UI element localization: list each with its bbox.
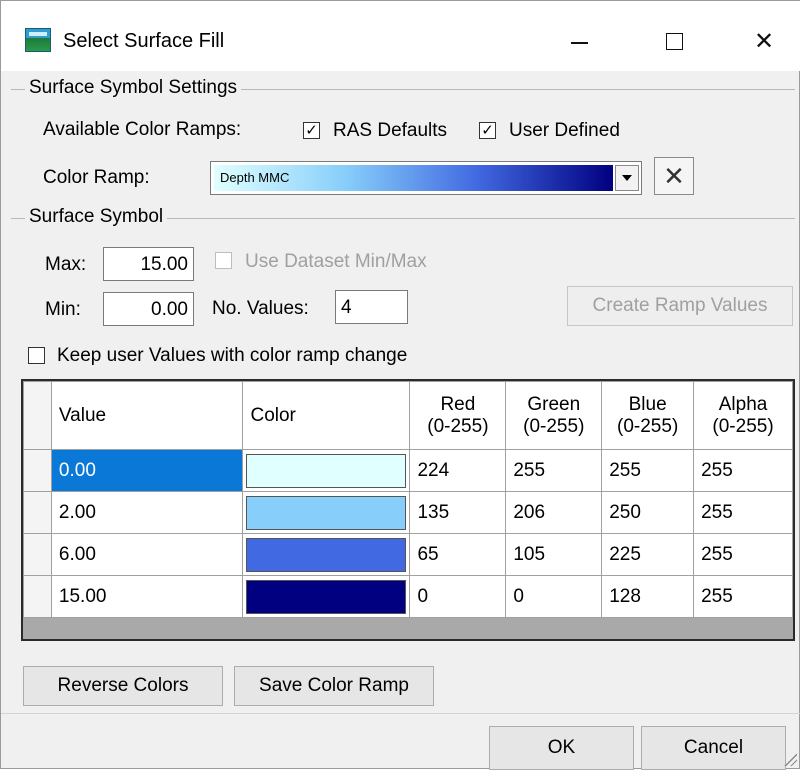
- cell-value[interactable]: 0.00: [50, 449, 244, 492]
- header-blue-name: Blue: [628, 393, 667, 415]
- cell-blue[interactable]: 128: [601, 575, 695, 618]
- cancel-button[interactable]: Cancel: [641, 726, 786, 770]
- window-title: Select Surface Fill: [63, 30, 225, 52]
- reverse-colors-button[interactable]: Reverse Colors: [23, 666, 223, 706]
- header-red-name: Red: [440, 393, 476, 415]
- resize-grip-icon[interactable]: [783, 752, 797, 766]
- color-swatch[interactable]: [246, 495, 407, 530]
- user-defined-checkbox[interactable]: ✓: [479, 122, 496, 139]
- no-values-label: No. Values:: [212, 298, 309, 319]
- header-red: Red (0-255): [409, 381, 507, 450]
- cell-green[interactable]: 0: [505, 575, 603, 618]
- row-header[interactable]: [23, 449, 52, 492]
- max-input[interactable]: 15.00: [103, 247, 194, 281]
- save-color-ramp-button[interactable]: Save Color Ramp: [234, 666, 434, 706]
- cell-red[interactable]: 0: [409, 575, 507, 618]
- row-header-corner: [23, 381, 52, 450]
- row-header[interactable]: [23, 575, 52, 618]
- color-values-grid[interactable]: Value Color Red (0-255) Green (0-255) Blue…: [21, 379, 795, 641]
- cell-alpha[interactable]: 255: [693, 575, 793, 618]
- available-color-ramps-label: Available Color Ramps:: [43, 119, 242, 140]
- use-dataset-minmax-checkbox[interactable]: [215, 252, 232, 269]
- cell-alpha[interactable]: 255: [693, 449, 793, 492]
- use-dataset-minmax-label: Use Dataset Min/Max: [245, 251, 427, 272]
- cell-red[interactable]: 224: [409, 449, 507, 492]
- header-blue-range: (0-255): [617, 415, 679, 437]
- cell-color[interactable]: [242, 533, 411, 576]
- ras-defaults-checkbox[interactable]: ✓: [303, 122, 320, 139]
- min-label: Min:: [45, 299, 81, 320]
- footer-divider: [1, 713, 800, 714]
- color-swatch[interactable]: [246, 537, 407, 572]
- cell-color[interactable]: [242, 449, 411, 492]
- color-ramp-preview: Depth MMC: [214, 165, 613, 191]
- header-red-range: (0-255): [427, 415, 489, 437]
- header-green-range: (0-255): [523, 415, 585, 437]
- cell-alpha[interactable]: 255: [693, 533, 793, 576]
- delete-ramp-button[interactable]: ✕: [654, 157, 694, 195]
- cell-color[interactable]: [242, 575, 411, 618]
- cell-blue[interactable]: 255: [601, 449, 695, 492]
- select-surface-fill-dialog: Select Surface Fill ✕ Surface Symbol Set…: [0, 0, 800, 770]
- x-icon: ✕: [663, 160, 685, 191]
- cell-red[interactable]: 135: [409, 491, 507, 534]
- cell-value[interactable]: 2.00: [50, 491, 244, 534]
- table-header-row: Value Color Red (0-255) Green (0-255) Blue…: [23, 381, 793, 450]
- max-label: Max:: [45, 254, 87, 275]
- surface-symbol-label: Surface Symbol: [25, 206, 168, 228]
- header-alpha-name: Alpha: [718, 393, 768, 415]
- cell-value[interactable]: 6.00: [50, 533, 244, 576]
- color-ramp-label: Color Ramp:: [43, 167, 150, 188]
- dropdown-arrow-icon[interactable]: [615, 165, 639, 191]
- color-ramp-dropdown[interactable]: Depth MMC: [210, 161, 642, 195]
- maximize-button[interactable]: [649, 23, 699, 59]
- cell-green[interactable]: 105: [505, 533, 603, 576]
- color-swatch[interactable]: [246, 579, 407, 614]
- maximize-icon: [665, 32, 683, 50]
- header-alpha-range: (0-255): [712, 415, 774, 437]
- cell-value[interactable]: 15.00: [50, 575, 244, 618]
- header-value: Value: [50, 381, 244, 450]
- ras-app-icon: [25, 28, 51, 52]
- cell-color[interactable]: [242, 491, 411, 534]
- color-values-table: Value Color Red (0-255) Green (0-255) Blue…: [23, 381, 793, 618]
- cell-red[interactable]: 65: [409, 533, 507, 576]
- table-row[interactable]: 0.00 224 255 255 255: [23, 449, 793, 492]
- minimize-icon: [570, 42, 588, 44]
- row-header[interactable]: [23, 533, 52, 576]
- header-green: Green (0-255): [505, 381, 603, 450]
- ras-defaults-label: RAS Defaults: [333, 120, 448, 141]
- table-row[interactable]: 6.00 65 105 225 255: [23, 533, 793, 576]
- header-color: Color: [242, 381, 411, 450]
- close-button[interactable]: ✕: [739, 23, 789, 59]
- min-input[interactable]: 0.00: [103, 292, 194, 326]
- surface-symbol-settings-label: Surface Symbol Settings: [25, 77, 242, 99]
- row-header[interactable]: [23, 491, 52, 534]
- keep-user-values-checkbox[interactable]: [28, 347, 45, 364]
- table-row[interactable]: 2.00 135 206 250 255: [23, 491, 793, 534]
- cell-blue[interactable]: 225: [601, 533, 695, 576]
- minimize-button[interactable]: [554, 23, 604, 59]
- cell-green[interactable]: 206: [505, 491, 603, 534]
- keep-user-values-label: Keep user Values with color ramp change: [57, 345, 408, 366]
- cell-green[interactable]: 255: [505, 449, 603, 492]
- cell-alpha[interactable]: 255: [693, 491, 793, 534]
- header-green-name: Green: [527, 393, 581, 415]
- no-values-input[interactable]: 4: [335, 290, 408, 324]
- header-alpha: Alpha (0-255): [693, 381, 793, 450]
- color-swatch[interactable]: [246, 453, 407, 488]
- create-ramp-values-button[interactable]: Create Ramp Values: [567, 286, 793, 326]
- title-bar: Select Surface Fill ✕: [1, 1, 800, 71]
- close-icon: ✕: [753, 27, 775, 55]
- cell-blue[interactable]: 250: [601, 491, 695, 534]
- table-row[interactable]: 15.00 0 0 128 255: [23, 575, 793, 618]
- header-blue: Blue (0-255): [601, 381, 695, 450]
- user-defined-label: User Defined: [509, 120, 620, 141]
- ok-button[interactable]: OK: [489, 726, 634, 770]
